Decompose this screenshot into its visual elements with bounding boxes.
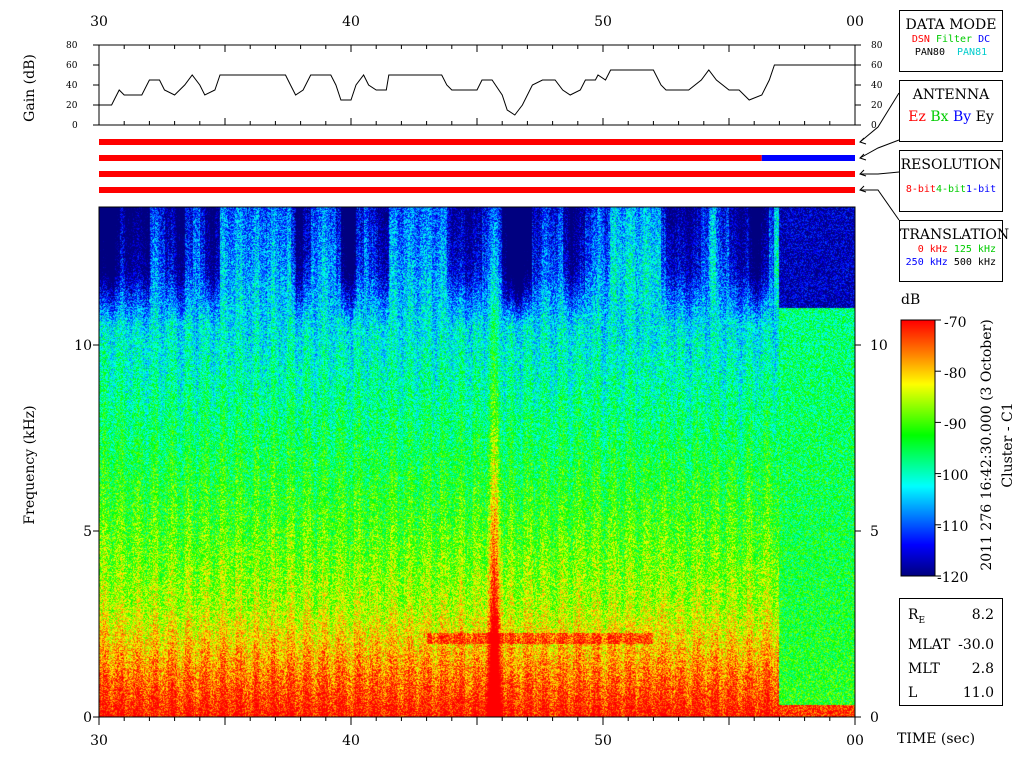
legend-item: Ey	[975, 109, 994, 125]
legend-connectors	[859, 92, 900, 221]
status-bar-segment	[99, 187, 855, 193]
orbit-label: MLT	[908, 660, 940, 677]
colorbar: dB -70 -80 -90 -100 -110 -120 2011 276 1…	[900, 292, 1016, 586]
orbit-value: 11.0	[962, 684, 994, 701]
translation-title: TRANSLATION	[900, 227, 1010, 243]
gain-tick-left: 60	[66, 61, 78, 71]
legend-item: 1-bit	[966, 184, 997, 195]
legend-item: DSN	[911, 34, 930, 45]
gain-tick-left: 80	[66, 41, 78, 51]
gain-tick-right: 0	[871, 121, 877, 131]
legend-item: 8-bit	[905, 184, 936, 195]
legend-item: 250 kHz	[905, 257, 948, 268]
legend-item: 0 kHz	[917, 244, 948, 255]
orbit-label: MLAT	[908, 636, 951, 653]
orbit-label: R	[908, 607, 919, 623]
antenna-title: ANTENNA	[912, 87, 990, 103]
gain-trace	[99, 64, 855, 116]
bottom-tick-label: 40	[342, 733, 360, 749]
resolution-row: 8-bit4-bit1-bit	[900, 183, 1002, 196]
gain-tick-left: 20	[66, 101, 78, 111]
spectrogram-frame: 10 5 0 10 5 0 Frequency (kHz)	[22, 206, 888, 726]
data-mode-title: DATA MODE	[905, 17, 997, 33]
translation-row2: 250 kHz 500 kHz	[900, 256, 1002, 269]
colorbar-tick: -110	[937, 519, 968, 535]
gain-tick-right: 20	[871, 101, 883, 111]
legend-item: Ez	[908, 109, 926, 125]
colorbar-side-subtitle: Cluster - C1	[1000, 402, 1016, 487]
gain-panel: 80 60 40 20 0 80 60 40 20 0 Gain (dB)	[22, 41, 883, 131]
legend-item: 4-bit	[935, 184, 967, 195]
status-bar-segment	[99, 171, 855, 177]
translation-legend: TRANSLATION 0 kHz 125 kHz 250 kHz 500 kH…	[899, 220, 1010, 282]
top-tick-label: 00	[846, 14, 864, 30]
antenna-legend: ANTENNA Ez Bx By Ey	[899, 80, 1003, 142]
data-mode-row2: PAN80 PAN81	[900, 46, 1002, 59]
colorbar-side-title: 2011 276 16:42:30.000 (3 October)	[979, 319, 995, 570]
antenna-row: Ez Bx By Ey	[900, 109, 1002, 125]
plot-frame: 30 40 50 00 80 60 40 20 0 80 60 40 20 0 …	[22, 14, 1016, 749]
gain-tick-left: 0	[72, 121, 78, 131]
orbit-label-sub: E	[918, 615, 926, 626]
top-tick-label: 30	[90, 14, 108, 30]
bottom-tick-label: 30	[90, 733, 108, 749]
orbit-row-re: RE 8.2	[908, 603, 994, 633]
orbit-row-mlat: MLAT -30.0	[908, 633, 994, 657]
freq-tick-left: 10	[74, 338, 92, 354]
gain-tick-right: 60	[871, 61, 883, 71]
freq-tick-left: 5	[83, 524, 92, 540]
colorbar-tick: -80	[944, 366, 967, 382]
translation-row1: 0 kHz 125 kHz	[900, 243, 1002, 256]
orbit-value: 8.2	[971, 607, 994, 623]
resolution-legend: RESOLUTION 8-bit4-bit1-bit	[899, 150, 1003, 212]
data-mode-legend: DATA MODE DSN Filter DC PAN80 PAN81	[899, 10, 1003, 72]
status-bar-segment	[761, 155, 855, 161]
top-time-axis: 30 40 50 00	[90, 14, 864, 30]
legend-item: PAN81	[957, 47, 988, 58]
orbit-row-l: L 11.0	[908, 681, 994, 705]
top-tick-label: 50	[594, 14, 612, 30]
legend-item: Bx	[930, 109, 949, 125]
freq-tick-left: 0	[83, 710, 92, 726]
bottom-time-axis: 30 40 50 00 TIME (sec)	[90, 731, 975, 749]
legend-item: PAN80	[914, 47, 945, 58]
orbit-value: -30.0	[958, 636, 994, 653]
gain-tick-right: 80	[871, 41, 883, 51]
gain-axis-label: Gain (dB)	[22, 54, 38, 122]
status-bar-segment	[99, 155, 762, 161]
gain-tick-left: 40	[66, 81, 78, 91]
orbit-label: L	[908, 684, 918, 701]
colorbar-tick: -70	[944, 315, 967, 331]
freq-tick-right: 0	[870, 710, 879, 726]
bottom-tick-label: 00	[846, 733, 864, 749]
legend-item: 125 kHz	[953, 244, 996, 255]
status-bar-segment	[99, 139, 855, 145]
bottom-tick-label: 50	[594, 733, 612, 749]
legend-item: DC	[978, 34, 991, 45]
colorbar-unit: dB	[901, 292, 920, 308]
colorbar-tick: -120	[937, 570, 968, 586]
legend-item: Filter	[935, 34, 973, 45]
orbit-info-box: RE 8.2 MLAT -30.0 MLT 2.8 L 11.0	[899, 598, 1003, 706]
colorbar-tick: -100	[937, 468, 968, 484]
resolution-title: RESOLUTION	[900, 157, 1002, 173]
freq-axis-label: Frequency (kHz)	[22, 405, 38, 524]
legend-item: 500 kHz	[953, 257, 996, 268]
time-axis-label: TIME (sec)	[897, 731, 975, 747]
colorbar-tick: -90	[944, 417, 967, 433]
freq-tick-right: 5	[870, 524, 879, 540]
orbit-row-mlt: MLT 2.8	[908, 657, 994, 681]
freq-tick-right: 10	[870, 338, 888, 354]
data-mode-row1: DSN Filter DC	[900, 33, 1002, 46]
top-tick-label: 40	[342, 14, 360, 30]
legend-item: By	[952, 109, 972, 125]
orbit-value: 2.8	[971, 660, 994, 677]
gain-tick-right: 40	[871, 81, 883, 91]
status-bars	[99, 139, 855, 193]
